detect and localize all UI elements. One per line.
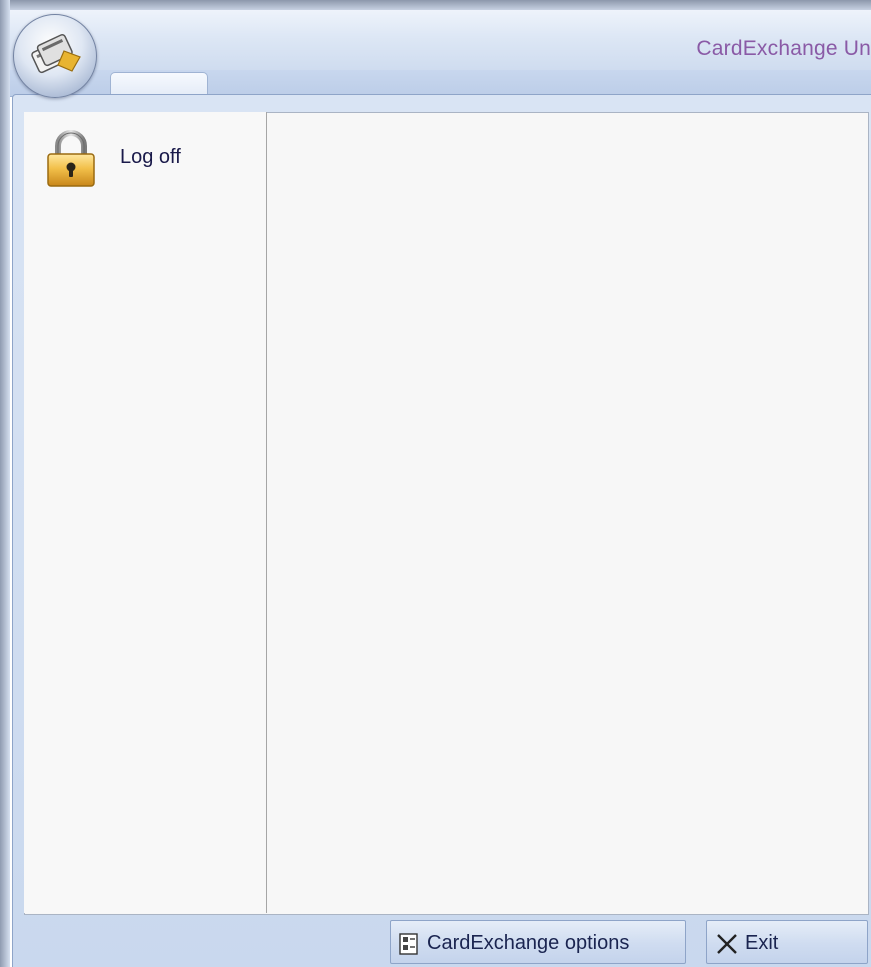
log-off-menu-item[interactable]: Log off — [36, 124, 256, 196]
window-left-edge — [0, 0, 10, 967]
application-menu-button[interactable] — [13, 14, 97, 98]
cardexchange-logo-icon — [31, 33, 81, 74]
cardexchange-options-button[interactable]: CardExchange options — [390, 920, 686, 964]
options-button-label: CardExchange options — [427, 932, 630, 954]
exit-button[interactable]: Exit — [706, 920, 868, 964]
lock-icon — [45, 130, 97, 193]
log-off-label: Log off — [120, 146, 181, 168]
window-top-edge — [0, 0, 871, 10]
title-bar: CardExchange Un — [10, 10, 871, 71]
close-x-icon — [715, 933, 739, 960]
application-menu-commands — [24, 112, 267, 913]
exit-button-label: Exit — [745, 932, 779, 954]
window-title: CardExchange Un — [696, 37, 871, 60]
options-document-icon — [399, 933, 419, 960]
application-window: CardExchange Un Log off CardExchange opt… — [0, 0, 871, 967]
